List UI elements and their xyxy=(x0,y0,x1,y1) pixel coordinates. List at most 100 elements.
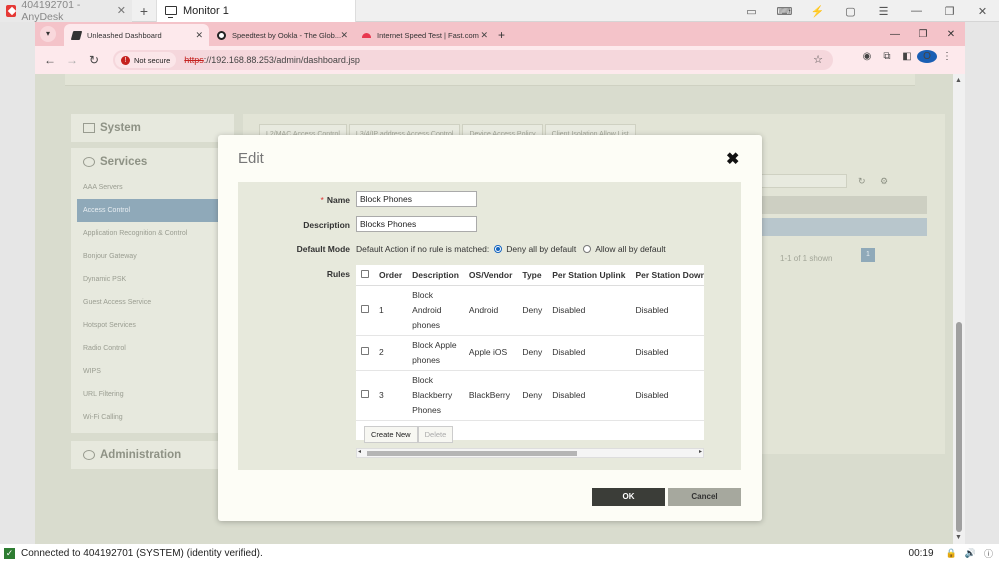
reload-icon[interactable]: ↻ xyxy=(83,53,105,67)
sidebar-item-wifi-calling[interactable]: Wi-Fi Calling xyxy=(71,406,234,429)
sidebar: System Services AAA Servers Access Contr… xyxy=(71,114,234,494)
gear-icon[interactable]: ⚙ xyxy=(880,176,888,187)
display-icon[interactable]: ▢ xyxy=(834,5,867,18)
more-menu-icon[interactable]: ⋮ xyxy=(937,51,957,62)
forward-icon[interactable]: → xyxy=(61,53,83,67)
refresh-icon[interactable]: ↻ xyxy=(858,176,866,187)
restore-icon[interactable]: ❐ xyxy=(933,5,966,18)
close-tab-icon[interactable]: ✕ xyxy=(195,30,203,41)
close-icon[interactable]: ✕ xyxy=(117,4,126,17)
name-input[interactable] xyxy=(356,191,477,207)
cell-order: 3 xyxy=(374,370,408,421)
col-order[interactable]: Order xyxy=(374,265,408,286)
sidebar-item-dynamic-psk[interactable]: Dynamic PSK xyxy=(71,268,234,291)
tab-fast-com[interactable]: Internet Speed Test | Fast.com ✕ xyxy=(354,24,494,46)
table-row[interactable]: 1 Block Android phones Android Deny Disa… xyxy=(356,285,704,336)
rules-table-wrapper: Order Description OS/Vendor Type Per Sta… xyxy=(356,265,704,440)
close-icon[interactable]: ✕ xyxy=(937,29,965,40)
new-tab-button[interactable]: + xyxy=(498,28,505,46)
tab-unleashed-dashboard[interactable]: Unleashed Dashboard ✕ xyxy=(64,24,209,46)
sidebar-system[interactable]: System xyxy=(71,114,234,142)
new-session-button[interactable]: + xyxy=(132,3,156,19)
tab-speedtest[interactable]: Speedtest by Ookla - The Glob... ✕ xyxy=(209,24,354,46)
table-row-selected[interactable] xyxy=(757,218,927,236)
scrollbar-thumb[interactable] xyxy=(367,451,577,456)
sidebar-services[interactable]: Services xyxy=(71,148,234,176)
scroll-down-icon[interactable]: ▼ xyxy=(955,534,962,541)
close-window-icon[interactable]: ✕ xyxy=(966,5,999,18)
rules-header-row: Order Description OS/Vendor Type Per Sta… xyxy=(356,265,704,286)
cell-downlink: Disabled xyxy=(630,370,704,421)
create-new-button[interactable]: Create New xyxy=(364,426,418,443)
profile-avatar[interactable]: O xyxy=(917,50,937,63)
sidebar-item-access-control[interactable]: Access Control xyxy=(77,199,228,222)
col-description[interactable]: Description xyxy=(407,265,464,286)
keyboard-icon[interactable]: ⌨ xyxy=(768,5,801,18)
radio-allow-all[interactable] xyxy=(583,245,592,253)
sidebar-item-hotspot[interactable]: Hotspot Services xyxy=(71,314,234,337)
row-checkbox[interactable] xyxy=(361,389,369,398)
delete-button[interactable]: Delete xyxy=(417,426,454,443)
sidebar-item-wips[interactable]: WIPS xyxy=(71,360,234,383)
extensions-puzzle-icon[interactable]: ⧉ xyxy=(877,51,897,62)
scroll-up-icon[interactable]: ▲ xyxy=(955,77,962,84)
back-icon[interactable]: ← xyxy=(39,53,61,67)
radio-deny-all[interactable] xyxy=(494,245,503,253)
col-uplink[interactable]: Per Station Uplink xyxy=(547,265,631,286)
ruckus-favicon-icon xyxy=(70,30,83,40)
bookmark-star-icon[interactable]: ☆ xyxy=(813,53,823,66)
page-scrollbar[interactable]: ▲ ▼ xyxy=(953,74,965,544)
security-chip[interactable]: ! Not secure xyxy=(115,52,177,68)
sidebar-item-url-filtering[interactable]: URL Filtering xyxy=(71,383,234,406)
radio-allow-label[interactable]: Allow all by default xyxy=(595,244,665,254)
sidebar-item-bonjour-gateway[interactable]: Bonjour Gateway xyxy=(71,245,234,268)
url-text[interactable]: https://192.168.88.253/admin/dashboard.j… xyxy=(184,55,360,65)
cell-uplink: Disabled xyxy=(547,335,631,371)
col-os-vendor[interactable]: OS/Vendor xyxy=(463,265,518,286)
extension-icon[interactable]: ◉ xyxy=(857,51,877,62)
rules-horizontal-scrollbar[interactable]: ◂ ▸ xyxy=(356,448,704,458)
cancel-button[interactable]: Cancel xyxy=(668,488,741,506)
search-input[interactable] xyxy=(757,174,847,188)
restore-icon[interactable]: ❐ xyxy=(909,29,937,40)
chat-icon[interactable]: ▭ xyxy=(735,5,768,18)
scrollbar-thumb[interactable] xyxy=(956,322,962,532)
close-tab-icon[interactable]: ✕ xyxy=(480,30,488,41)
row-checkbox[interactable] xyxy=(361,304,369,313)
table-row[interactable]: 3 Block Blackberry Phones BlackBerry Den… xyxy=(356,370,704,421)
ok-button[interactable]: OK xyxy=(592,488,665,506)
lock-icon[interactable]: 🔒 xyxy=(946,548,957,559)
col-type[interactable]: Type xyxy=(517,265,548,286)
side-panel-icon[interactable]: ◧ xyxy=(897,51,917,62)
sidebar-administration[interactable]: Administration xyxy=(71,441,234,469)
audio-icon[interactable]: 🔊 xyxy=(965,548,976,559)
anydesk-session-tab[interactable]: 404192701 - AnyDesk ✕ xyxy=(0,0,132,23)
menu-icon[interactable]: ☰ xyxy=(867,5,900,18)
minimize-icon[interactable]: — xyxy=(881,29,909,40)
col-downlink[interactable]: Per Station Downlink xyxy=(630,265,704,286)
address-bar[interactable]: ! Not secure https://192.168.88.253/admi… xyxy=(113,50,833,70)
info-icon[interactable]: ⓘ xyxy=(984,547,993,560)
pager-page-button[interactable]: 1 xyxy=(861,248,875,262)
sidebar-item-guest-access[interactable]: Guest Access Service xyxy=(71,291,234,314)
sidebar-item-radio-control[interactable]: Radio Control xyxy=(71,337,234,360)
tab-search-icon[interactable]: ▾ xyxy=(40,26,56,42)
close-tab-icon[interactable]: ✕ xyxy=(340,30,348,41)
scroll-left-icon[interactable]: ◂ xyxy=(358,448,361,455)
sidebar-item-aaa-servers[interactable]: AAA Servers xyxy=(71,176,234,199)
table-row[interactable]: 2 Block Apple phones Apple iOS Deny Disa… xyxy=(356,335,704,371)
row-checkbox[interactable] xyxy=(361,347,369,355)
select-all-checkbox[interactable] xyxy=(361,269,369,278)
description-input[interactable] xyxy=(356,216,477,232)
required-marker: * xyxy=(320,195,324,205)
close-icon[interactable]: ✖ xyxy=(726,149,739,169)
minimize-icon[interactable]: — xyxy=(900,5,933,17)
cell-order: 2 xyxy=(374,335,408,371)
monitor-tab[interactable]: Monitor 1 xyxy=(156,0,356,22)
actions-icon[interactable]: ⚡ xyxy=(801,5,834,18)
scroll-right-icon[interactable]: ▸ xyxy=(699,448,702,455)
cell-order: 1 xyxy=(374,285,408,336)
radio-deny-label[interactable]: Deny all by default xyxy=(506,244,576,254)
sidebar-services-group: Services AAA Servers Access Control Appl… xyxy=(71,148,234,433)
sidebar-item-app-recognition[interactable]: Application Recognition & Control xyxy=(71,222,234,245)
